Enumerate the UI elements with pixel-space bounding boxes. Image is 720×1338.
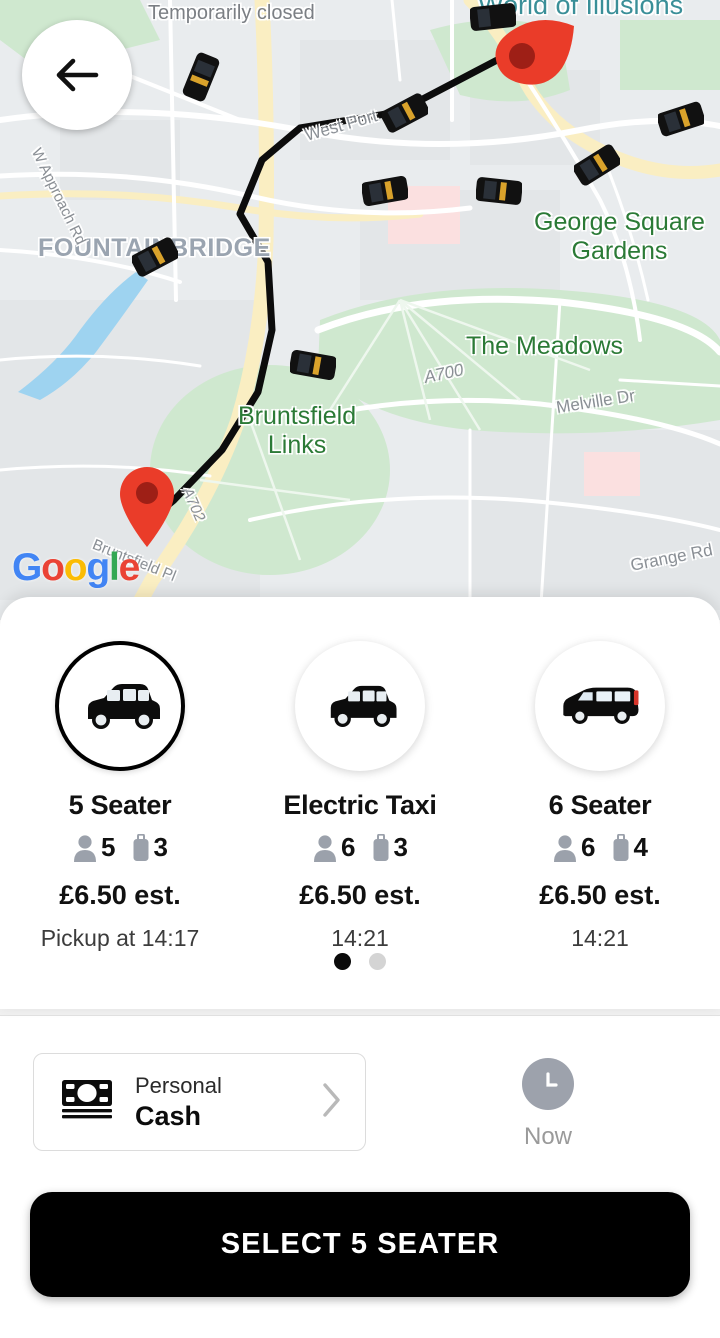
luggage-count: 4 bbox=[633, 832, 648, 862]
passenger-icon bbox=[74, 834, 97, 862]
luggage-icon bbox=[613, 833, 628, 861]
ride-option-capacity: 5 3 bbox=[72, 832, 168, 863]
payment-account-type: Personal bbox=[135, 1073, 222, 1099]
ride-option-time: 14:21 bbox=[331, 925, 389, 952]
google-letter-g: G bbox=[12, 546, 42, 589]
passenger-icon bbox=[314, 834, 337, 862]
ride-option-time: 14:21 bbox=[571, 925, 629, 952]
google-logo: Google bbox=[12, 546, 141, 590]
ride-option-time-prefix: Pickup at bbox=[40, 925, 136, 951]
schedule-selector[interactable]: Now bbox=[503, 1058, 593, 1151]
passenger-count: 6 bbox=[581, 832, 596, 862]
ride-option-5-seater[interactable]: 5 Seater 5 3 £6.50 est. Pickup at 14:17 bbox=[0, 641, 240, 952]
carousel-pagination bbox=[0, 953, 720, 970]
ride-selection-screen: Temporarily closed World of Illusions FO… bbox=[0, 0, 720, 1338]
chevron-right-icon bbox=[321, 1081, 343, 1124]
ride-options-card: 5 Seater 5 3 £6.50 est. Pickup at 14:17 … bbox=[0, 597, 720, 1009]
ride-option-name: Electric Taxi bbox=[283, 790, 437, 820]
ride-option-price: £6.50 est. bbox=[299, 880, 421, 910]
payment-method-name: Cash bbox=[135, 1100, 202, 1131]
passenger-count: 5 bbox=[101, 832, 116, 862]
ride-option-time-value: 14:21 bbox=[571, 925, 629, 951]
passenger-icon bbox=[554, 834, 577, 862]
van-icon bbox=[563, 687, 639, 724]
google-letter-e: e bbox=[118, 546, 141, 589]
map-vehicle-marker bbox=[476, 177, 522, 205]
ride-option-time-value: 14:17 bbox=[141, 925, 200, 951]
select-ride-button[interactable]: SELECT 5 SEATER bbox=[30, 1192, 690, 1297]
luggage-count: 3 bbox=[153, 832, 168, 862]
ride-options-list: 5 Seater 5 3 £6.50 est. Pickup at 14:17 … bbox=[0, 597, 720, 952]
map-vehicle-marker bbox=[132, 237, 178, 277]
map-vehicle-marker bbox=[382, 93, 428, 133]
map-vehicle-marker bbox=[290, 349, 336, 381]
ride-option-icon-wrap bbox=[55, 641, 185, 771]
luggage-icon bbox=[373, 833, 388, 861]
payment-method-selector[interactable]: Personal Cash bbox=[33, 1053, 366, 1151]
schedule-label: Now bbox=[523, 1123, 572, 1150]
passenger-count: 6 bbox=[341, 832, 356, 862]
clock-icon-wrap bbox=[522, 1058, 574, 1110]
taxi-cab-icon bbox=[330, 685, 397, 727]
payment-method-text: Personal Cash bbox=[135, 1072, 222, 1132]
ride-option-price: £6.50 est. bbox=[539, 880, 661, 910]
cash-banknote-icon bbox=[61, 1079, 113, 1126]
ride-option-name: 6 Seater bbox=[548, 790, 652, 820]
taxi-cab-icon bbox=[88, 684, 160, 729]
pickup-marker[interactable] bbox=[116, 464, 178, 550]
pagination-dot-2[interactable] bbox=[369, 953, 386, 970]
ride-option-capacity: 6 4 bbox=[552, 832, 648, 863]
ride-option-time: Pickup at 14:17 bbox=[41, 925, 200, 952]
google-letter-g2: g bbox=[86, 546, 110, 589]
map-vehicle-marker bbox=[182, 52, 220, 102]
booking-controls-row: Personal Cash Now bbox=[0, 1030, 720, 1175]
luggage-icon bbox=[133, 833, 148, 861]
ride-option-capacity: 6 3 bbox=[312, 832, 408, 863]
ride-option-icon-wrap bbox=[535, 641, 665, 771]
ride-option-icon-wrap bbox=[295, 641, 425, 771]
ride-option-time-value: 14:21 bbox=[331, 925, 389, 951]
ride-option-price: £6.50 est. bbox=[59, 880, 181, 910]
map-vehicle-marker bbox=[658, 101, 704, 137]
ride-option-name: 5 Seater bbox=[68, 790, 172, 820]
ride-option-electric-taxi[interactable]: Electric Taxi 6 3 £6.50 est. 14:21 bbox=[240, 641, 480, 952]
map-vehicle-marker bbox=[362, 175, 408, 207]
luggage-count: 3 bbox=[393, 832, 408, 862]
destination-marker[interactable] bbox=[486, 16, 578, 92]
arrow-left-icon bbox=[56, 58, 99, 92]
google-letter-o1: o bbox=[41, 546, 65, 589]
google-letter-l: l bbox=[109, 546, 120, 589]
pagination-dot-1[interactable] bbox=[334, 953, 351, 970]
back-button[interactable] bbox=[22, 20, 132, 130]
ride-option-6-seater[interactable]: 6 Seater 6 4 £6.50 est. 14:21 bbox=[480, 641, 720, 952]
map-vehicle-marker bbox=[574, 144, 620, 186]
clock-icon bbox=[546, 1072, 558, 1087]
google-letter-o2: o bbox=[63, 546, 88, 589]
